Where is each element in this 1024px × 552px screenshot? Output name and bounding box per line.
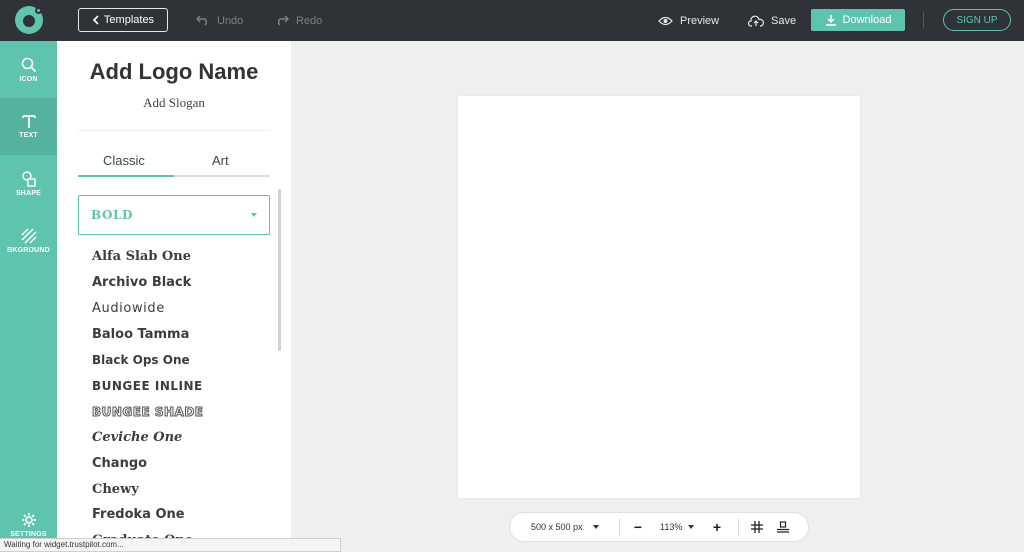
redo-icon <box>278 15 289 26</box>
undo-icon <box>196 15 207 26</box>
top-bar: Templates Undo Redo Preview Save Downloa… <box>0 0 1024 41</box>
font-item[interactable]: Ceviche One <box>92 425 204 451</box>
gear-icon <box>21 512 36 527</box>
left-tool-rail: ICON TEXT SHAPE BKGROUND SETTINGS <box>0 41 57 552</box>
canvas-size-value: 500 x 500 px <box>531 522 583 532</box>
chevron-down-icon <box>592 525 599 529</box>
zoom-in-button[interactable]: + <box>710 513 724 541</box>
chevron-down-icon <box>688 525 695 529</box>
search-icon <box>21 57 36 72</box>
tab-classic[interactable]: Classic <box>103 153 145 168</box>
rail-item-icon[interactable]: ICON <box>0 41 57 98</box>
rail-label-icon: ICON <box>19 75 38 83</box>
rail-label-shape: SHAPE <box>15 189 42 197</box>
zoom-value: 113% <box>660 522 683 532</box>
font-category-value: BOLD <box>91 208 134 222</box>
rail-item-background[interactable]: BKGROUND <box>0 212 57 269</box>
canvas-toolbar: 500 x 500 px − 113% + <box>509 512 809 542</box>
topbar-divider <box>923 12 924 28</box>
font-category-select[interactable]: BOLD <box>78 195 270 235</box>
redo-label: Redo <box>296 14 323 27</box>
canvas-size-select[interactable]: 500 x 500 px <box>531 513 599 541</box>
rail-item-text[interactable]: TEXT <box>0 98 57 155</box>
font-item[interactable]: Black Ops One <box>92 347 204 373</box>
undo-button[interactable]: Undo <box>196 0 243 41</box>
templates-label: Templates <box>103 14 155 26</box>
logo-name-text[interactable]: Add Logo Name <box>57 59 291 85</box>
font-item[interactable]: Archivo Black <box>92 270 204 296</box>
save-label: Save <box>771 14 797 27</box>
app-logo[interactable] <box>15 6 43 34</box>
tab-underline <box>78 175 270 177</box>
preview-label: Preview <box>680 14 720 27</box>
font-item[interactable]: Alfa Slab One <box>92 244 204 270</box>
download-label: Download <box>842 14 892 26</box>
tab-art[interactable]: Art <box>212 153 229 168</box>
toolbar-divider <box>619 518 620 536</box>
font-item[interactable]: BUNGEE SHADE <box>92 399 204 425</box>
panel-divider <box>78 130 270 131</box>
font-item[interactable]: Chewy <box>92 476 204 502</box>
font-list-scrollbar[interactable] <box>278 189 281 351</box>
chevron-down-icon <box>251 213 257 217</box>
redo-button[interactable]: Redo <box>275 0 322 41</box>
zoom-out-button[interactable]: − <box>631 513 645 541</box>
design-canvas[interactable] <box>458 96 860 498</box>
eye-icon <box>658 16 673 25</box>
rail-item-shape[interactable]: SHAPE <box>0 155 57 212</box>
font-item[interactable]: Chango <box>92 450 204 476</box>
templates-button[interactable]: Templates <box>78 8 168 32</box>
align-button[interactable] <box>776 513 790 541</box>
undo-label: Undo <box>217 14 244 27</box>
shapes-icon <box>21 170 36 187</box>
sign-up-button[interactable]: SIGN UP <box>943 9 1011 31</box>
text-icon <box>21 115 36 128</box>
rail-label-text: TEXT <box>19 132 38 139</box>
font-item[interactable]: Fredoka One <box>92 502 204 528</box>
grid-toggle-button[interactable] <box>750 513 764 541</box>
background-icon <box>20 227 37 244</box>
preview-button[interactable]: Preview <box>658 0 719 41</box>
align-icon <box>777 521 789 533</box>
font-item[interactable]: BUNGEE INLINE <box>92 373 204 399</box>
font-list: Alfa Slab One Archivo Black Audiowide Ba… <box>92 244 204 552</box>
download-button[interactable]: Download <box>811 9 905 31</box>
zoom-select[interactable]: 113% <box>660 513 695 541</box>
sign-up-label: SIGN UP <box>956 14 998 26</box>
grid-icon <box>751 521 763 533</box>
font-item[interactable]: Audiowide <box>92 296 204 322</box>
chevron-left-icon <box>92 15 99 25</box>
download-icon <box>825 15 836 26</box>
rail-label-background: BKGROUND <box>7 246 50 254</box>
rail-label-settings: SETTINGS <box>10 530 47 538</box>
browser-status-bar: Waiting for widget.trustpilot.com... <box>0 538 341 552</box>
cloud-upload-icon <box>748 15 764 27</box>
toolbar-divider <box>738 518 739 536</box>
slogan-text[interactable]: Add Slogan <box>57 95 291 111</box>
font-item[interactable]: Baloo Tamma <box>92 321 204 347</box>
text-panel: Add Logo Name Add Slogan Classic Art BOL… <box>57 41 291 552</box>
save-button[interactable]: Save <box>748 0 796 41</box>
